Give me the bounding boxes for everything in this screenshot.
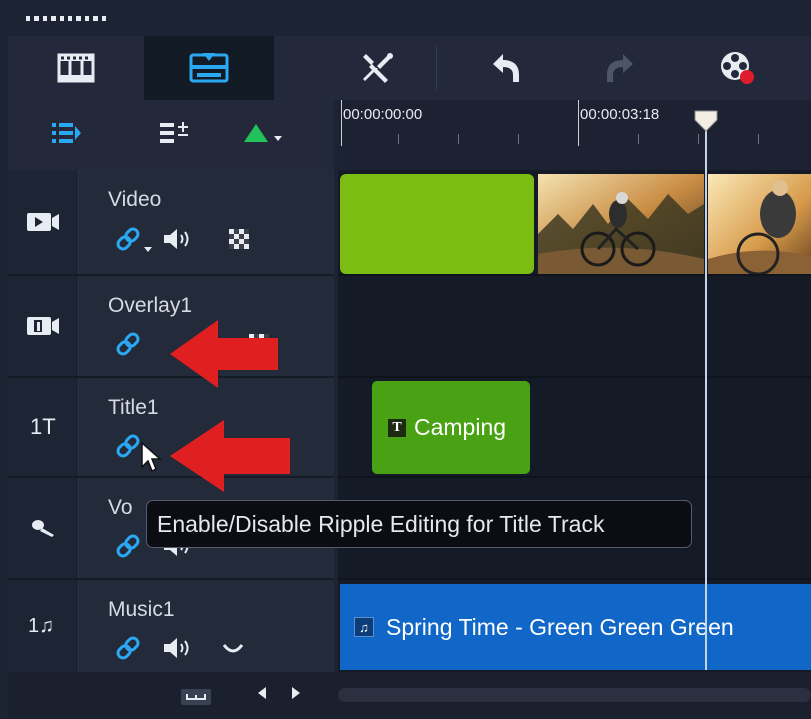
add-track-menu-button[interactable]	[244, 122, 286, 151]
red-arrow-annotation	[170, 320, 278, 388]
transparency-button[interactable]	[228, 228, 250, 255]
fade-icon	[222, 644, 244, 653]
fit-project-button[interactable]	[180, 688, 212, 711]
toolbar-separator	[436, 46, 437, 90]
chapter-cue-menu-button[interactable]	[158, 120, 192, 151]
track-name: Overlay1	[108, 294, 193, 317]
ruler-minor-tick	[758, 134, 759, 144]
music-track-icon: 1♫	[28, 614, 55, 637]
ruler-minor-tick	[518, 134, 519, 144]
scroll-left-button[interactable]	[256, 686, 268, 705]
video-clip-thumbnail[interactable]	[708, 174, 811, 274]
overlay-track-button[interactable]	[8, 276, 79, 376]
music-track-button[interactable]: 1♫	[8, 580, 79, 672]
fit-to-window-icon	[181, 689, 211, 705]
timeline-horizontal-scrollbar[interactable]	[338, 688, 811, 702]
time-ruler[interactable]: 00:00:00:00 00:00:03:18	[338, 100, 811, 171]
track-name: Vo	[108, 496, 133, 519]
track-header-music1[interactable]: 1♫ Music1	[8, 580, 334, 674]
ripple-link-button[interactable]	[114, 225, 142, 258]
ruler-label-current: 00:00:03:18	[580, 106, 660, 123]
record-capture-button[interactable]	[698, 36, 778, 100]
ruler-label-start: 00:00:00:00	[343, 106, 423, 123]
ripple-link-icon	[116, 332, 140, 356]
music-clip[interactable]: ♫ Spring Time - Green Green Green	[340, 584, 811, 670]
overlay-track-icon	[27, 317, 59, 335]
tools-button[interactable]	[338, 36, 418, 100]
overlay1-track-lane[interactable]	[338, 276, 811, 378]
ruler-minor-tick	[458, 134, 459, 144]
record-capture-icon	[721, 52, 754, 84]
ripple-link-icon	[116, 534, 140, 558]
chevron-down-icon	[144, 247, 152, 252]
ripple-link-button[interactable]	[114, 432, 142, 465]
ripple-link-button[interactable]	[114, 634, 142, 667]
title-clip[interactable]: T Camping	[372, 381, 530, 474]
title-clip-label: Camping	[414, 414, 507, 440]
ripple-editing-tooltip: Enable/Disable Ripple Editing for Title …	[146, 500, 692, 548]
mute-button[interactable]	[162, 636, 192, 665]
track-name: Title1	[108, 396, 159, 419]
redo-button[interactable]	[580, 36, 660, 100]
undo-button[interactable]	[466, 36, 546, 100]
color-clip[interactable]	[340, 174, 534, 274]
timeline-panel: 00:00:00:00 00:00:03:18 Video Overlay1 1…	[0, 0, 811, 719]
ruler-minor-tick	[638, 134, 639, 144]
ruler-major-tick	[578, 100, 579, 146]
title-track-button[interactable]: 1T	[8, 378, 79, 476]
timeline-view-button[interactable]	[144, 36, 274, 100]
ripple-link-icon	[116, 227, 140, 250]
track-controls	[114, 224, 250, 258]
ripple-link-icon	[116, 434, 140, 458]
track-manager-icon	[52, 123, 81, 143]
track-manager-button[interactable]	[50, 120, 82, 151]
playhead-line	[705, 120, 707, 670]
ripple-options-dropdown[interactable]	[144, 240, 152, 258]
chapter-cue-menu-icon	[160, 122, 188, 143]
volume-icon	[164, 228, 189, 249]
red-arrow-annotation	[170, 420, 290, 492]
mute-button[interactable]	[162, 227, 192, 256]
video-track-icon	[27, 213, 59, 231]
track-header-video[interactable]: Video	[8, 170, 334, 276]
title-track-icon: 1T	[30, 414, 56, 439]
ripple-link-button[interactable]	[114, 330, 142, 363]
storyboard-view-button[interactable]	[8, 36, 144, 100]
video-clip-thumbnail[interactable]	[538, 174, 704, 274]
music-clip-label: Spring Time - Green Green Green	[386, 613, 734, 640]
track-controls	[114, 432, 142, 465]
undo-icon	[493, 54, 519, 82]
ruler-minor-tick	[398, 134, 399, 144]
title-clip-badge: T	[388, 418, 406, 437]
tools-icon	[363, 53, 393, 83]
chevron-right-icon	[292, 687, 300, 699]
mouse-pointer-icon	[141, 441, 162, 473]
ruler-major-tick	[341, 100, 342, 146]
cyclist-thumbnail-image	[538, 174, 704, 274]
voice-track-button[interactable]	[8, 478, 79, 578]
track-manager-bar	[8, 100, 334, 170]
video-track-button[interactable]	[8, 170, 79, 274]
ripple-link-button[interactable]	[114, 532, 142, 565]
cyclist-thumbnail-image	[708, 174, 811, 274]
voice-track-icon	[32, 520, 54, 537]
ripple-link-icon	[116, 636, 140, 660]
timeline-view-icon	[189, 53, 229, 83]
music-clip-badge: ♫	[354, 617, 374, 637]
panel-grip[interactable]	[26, 16, 107, 22]
timeline-toolbar	[8, 36, 811, 100]
chevron-left-icon	[258, 687, 266, 699]
track-name: Music1	[108, 598, 175, 621]
add-track-menu-icon	[244, 124, 282, 142]
fade-button[interactable]	[222, 639, 244, 662]
volume-icon	[164, 638, 189, 658]
scroll-right-button[interactable]	[290, 686, 302, 705]
redo-icon	[607, 54, 633, 82]
track-controls	[114, 634, 244, 667]
track-name: Video	[108, 188, 162, 211]
storyboard-view-icon	[57, 53, 95, 83]
transparency-icon	[229, 228, 249, 249]
playhead-handle[interactable]	[694, 110, 718, 132]
ruler-minor-tick	[698, 134, 699, 144]
